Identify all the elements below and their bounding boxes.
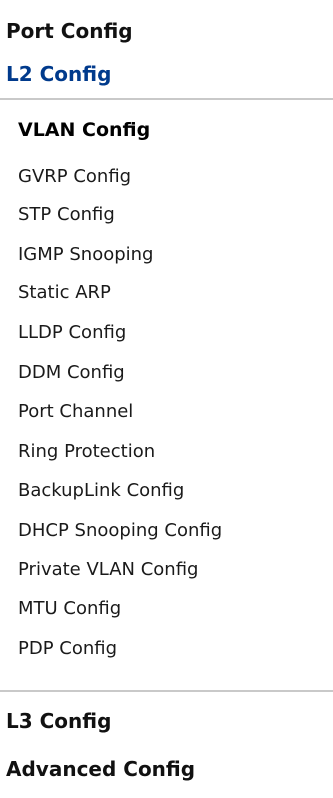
- submenu-item-dhcp-snooping-config[interactable]: DHCP Snooping Config: [18, 519, 222, 543]
- section-divider-bottom: [0, 690, 333, 692]
- menu-item-l3-config[interactable]: L3 Config: [6, 708, 111, 734]
- submenu-item-ddm-config[interactable]: DDM Config: [18, 361, 125, 385]
- menu-item-l2-config[interactable]: L2 Config: [6, 61, 111, 87]
- submenu-item-port-channel[interactable]: Port Channel: [18, 400, 133, 424]
- submenu-item-stp-config[interactable]: STP Config: [18, 203, 115, 227]
- section-divider-top: [0, 98, 333, 100]
- menu-item-advanced-config[interactable]: Advanced Config: [6, 756, 195, 782]
- submenu-item-private-vlan-config[interactable]: Private VLAN Config: [18, 558, 198, 582]
- submenu-item-backuplink-config[interactable]: BackupLink Config: [18, 479, 184, 503]
- menu-item-port-config[interactable]: Port Config: [6, 18, 133, 44]
- submenu-item-lldp-config[interactable]: LLDP Config: [18, 321, 126, 345]
- submenu-item-igmp-snooping[interactable]: IGMP Snooping: [18, 243, 153, 267]
- submenu-item-vlan-config[interactable]: VLAN Config: [18, 118, 150, 142]
- submenu-item-pdp-config[interactable]: PDP Config: [18, 637, 117, 661]
- submenu-item-gvrp-config[interactable]: GVRP Config: [18, 165, 131, 189]
- submenu-item-ring-protection[interactable]: Ring Protection: [18, 440, 155, 464]
- submenu-item-mtu-config[interactable]: MTU Config: [18, 597, 121, 621]
- config-navigation-menu: Port Config L2 Config VLAN Config GVRP C…: [0, 0, 333, 798]
- submenu-item-static-arp[interactable]: Static ARP: [18, 281, 111, 305]
